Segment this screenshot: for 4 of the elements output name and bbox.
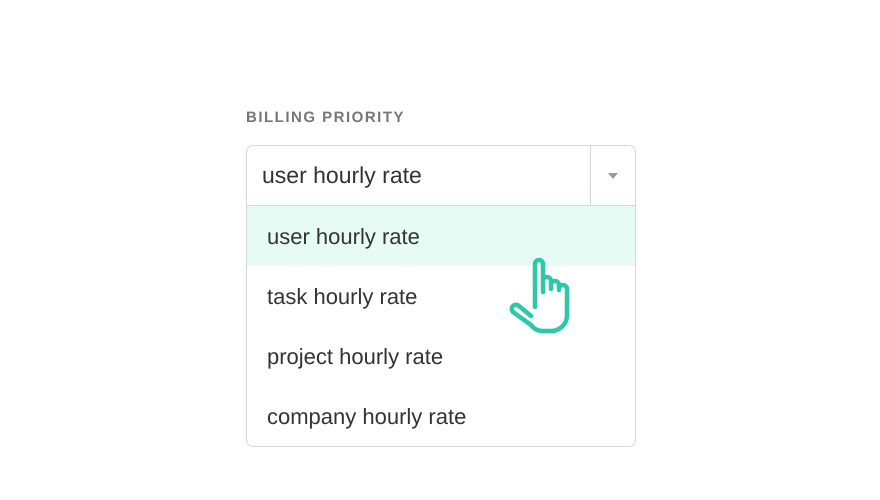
caret-icon (608, 172, 618, 178)
select-field[interactable]: user hourly rate (246, 145, 636, 206)
field-label: BILLING PRIORITY (246, 108, 406, 128)
dropdown-option[interactable]: user hourly rate (247, 206, 635, 266)
